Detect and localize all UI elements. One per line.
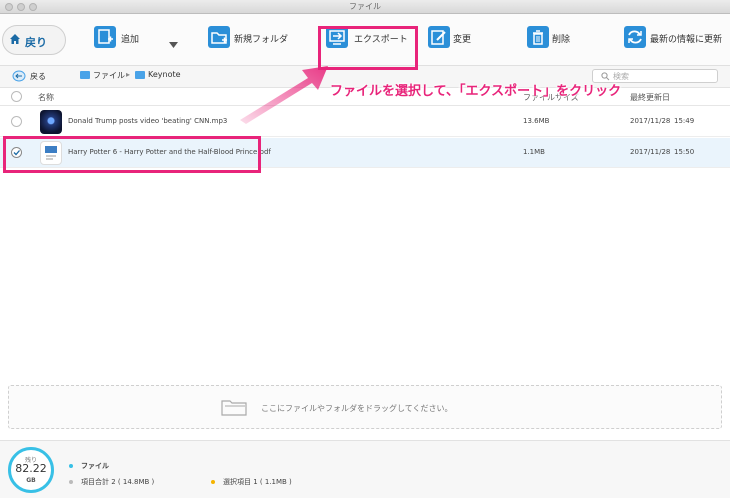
row-file-name: Donald Trump posts video 'beating' CNN.m… (68, 117, 228, 125)
folder-icon (135, 71, 145, 79)
footer-selected-items: 選択項目 1 ( 1.1MB ) (223, 478, 292, 486)
selected-items-dot (211, 480, 215, 484)
new-folder-button[interactable]: 新規フォルダ (208, 26, 298, 52)
back-home-label: 戻り (25, 36, 47, 49)
footer-total-items: 項目合計 2 ( 14.8MB ) (81, 478, 155, 486)
row-date: 2017/11/28 (630, 148, 671, 156)
breadcrumb-files[interactable]: ファイル (93, 70, 125, 81)
drop-zone[interactable]: ここにファイルやフォルダをドラッグしてください。 (8, 385, 722, 429)
select-all-checkbox[interactable] (11, 91, 22, 102)
folder-icon (80, 71, 90, 79)
annotation-arrow-icon (240, 66, 328, 124)
category-color-dot (69, 464, 73, 468)
instruction-annotation: ファイルを選択して、「エクスポート」をクリック (330, 84, 622, 99)
edit-button[interactable]: 変更 (428, 26, 478, 52)
album-art-icon (40, 110, 62, 134)
storage-unit: GB (26, 477, 36, 484)
home-icon (10, 34, 20, 44)
cloud-back-icon (12, 70, 26, 82)
total-items-dot (69, 480, 73, 484)
window-title: ファイル (349, 2, 381, 11)
row-time: 15:49 (674, 117, 695, 125)
row-date: 2017/11/28 (630, 117, 671, 125)
storage-value: 82.22 (15, 462, 47, 475)
add-label: 追加 (121, 35, 140, 45)
nav-back-label: 戻る (30, 72, 46, 81)
back-home-button[interactable]: 戻り (2, 25, 66, 55)
drop-folder-icon (221, 400, 247, 416)
refresh-label: 最新の情報に更新 (650, 35, 723, 45)
footer-category: ファイル (81, 462, 109, 470)
new-folder-icon (208, 26, 230, 48)
add-button[interactable]: 追加 (94, 26, 154, 52)
drop-zone-text: ここにファイルやフォルダをドラッグしてください。 (261, 404, 453, 413)
row-time: 15:50 (674, 148, 695, 156)
breadcrumb-separator: ▸ (126, 70, 131, 79)
table-row[interactable]: Donald Trump posts video 'beating' CNN.m… (0, 107, 730, 137)
refresh-icon (624, 26, 646, 48)
new-folder-label: 新規フォルダ (234, 35, 289, 45)
delete-label: 削除 (552, 35, 571, 45)
row-file-size: 13.6MB (523, 117, 550, 125)
window-titlebar: ファイル (0, 0, 730, 14)
refresh-button[interactable]: 最新の情報に更新 (624, 26, 728, 52)
delete-button[interactable]: 削除 (527, 26, 577, 52)
row-file-size: 1.1MB (523, 148, 545, 156)
row-checkbox[interactable] (11, 116, 22, 127)
storage-gauge: 残り 82.22 GB (8, 447, 54, 493)
edit-label: 変更 (453, 35, 472, 45)
dropdown-arrow-icon[interactable] (169, 42, 178, 48)
trash-icon (527, 26, 549, 48)
breadcrumb-keynote[interactable]: Keynote (148, 70, 181, 79)
column-header-date[interactable]: 最終更新日 (630, 92, 670, 103)
add-file-icon (94, 26, 116, 48)
edit-icon (428, 26, 450, 48)
footer-status-bar: 残り 82.22 GB ファイル 項目合計 2 ( 14.8MB ) 選択項目 … (0, 440, 730, 498)
selected-row-highlight-box (3, 136, 261, 173)
column-header-name[interactable]: 名称 (38, 92, 54, 103)
